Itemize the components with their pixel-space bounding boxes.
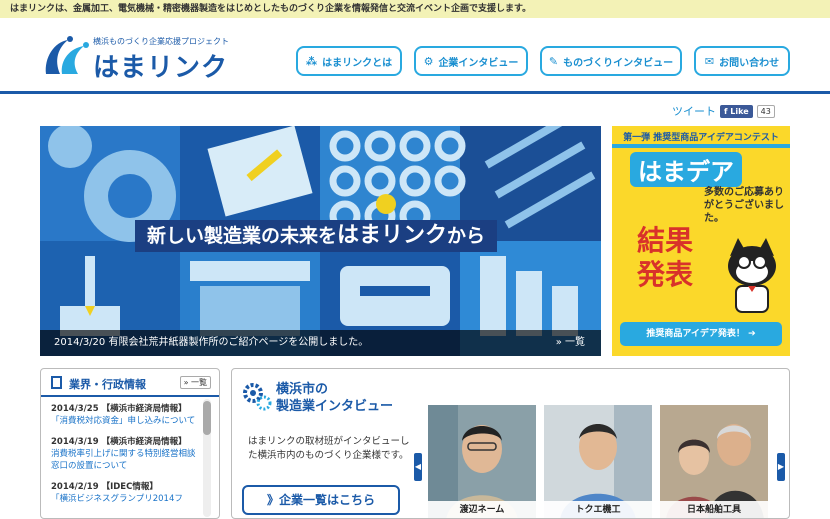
nav-about-button[interactable]: ⁂ はまリンクとは	[296, 46, 402, 76]
hero-caption-part-c: から	[447, 225, 486, 247]
facebook-like-button[interactable]: f Like	[720, 104, 753, 118]
interview-title-line2: 製造業インタビュー	[276, 399, 394, 414]
document-icon	[51, 376, 62, 389]
interview-card-name: 渡辺ネーム	[428, 501, 536, 518]
news-item-link[interactable]: 消費税率引上げに関する特別経営相談窓口の設置について	[51, 448, 201, 472]
gear-icon: ⚙	[423, 54, 434, 68]
hamadea-banner[interactable]: 第一弾 推奨型商品アイデアコンテスト はまデア 多数のご応募ありがとうございまし…	[612, 126, 790, 356]
news-item-link[interactable]: 「消費税対応資金」申し込みについて	[51, 415, 201, 427]
nav-contact-label: お問い合わせ	[719, 57, 780, 69]
interview-card-watanabe[interactable]: 渡辺ネーム	[428, 405, 536, 518]
industry-news-list: 2014/3/25 【横浜市経済局情報】 「消費税対応資金」申し込みについて 2…	[51, 403, 201, 514]
interview-card-name: 日本船舶工具	[660, 501, 768, 518]
interview-panel: 横浜市の 製造業インタビュー はまリンクの取材班がインタビューした横浜市内のもの…	[231, 368, 790, 519]
top-announcement-bar: はまリンクは、金属加工、電気機械・精密機器製造をはじめとしたものづくり企業を情報…	[0, 0, 830, 18]
hero-caption-part-a: 新しい製造業の未来を	[147, 225, 338, 247]
interview-card-name: トクエ機工	[544, 501, 652, 518]
top-announcement-text: はまリンクは、金属加工、電気機械・精密機器製造をはじめとしたものづくり企業を情報…	[10, 4, 532, 14]
hero-news-more-link[interactable]: » 一覧	[556, 330, 585, 356]
news-scrollbar-thumb[interactable]	[203, 401, 211, 435]
interview-description: はまリンクの取材班がインタビューした横浜市内のものづくり企業様です。	[248, 436, 410, 461]
news-item-meta: 2014/3/25 【横浜市経済局情報】	[51, 404, 187, 414]
pen-icon: ✎	[548, 54, 559, 68]
industry-news-header: 業界・行政情報 » 一覧	[41, 369, 219, 397]
chevron-right-icon: ➔	[748, 329, 756, 339]
hero-news-text[interactable]: 2014/3/20 有限会社荒井紙器製作所のご紹介ページを公開しました。	[54, 337, 368, 348]
facebook-like-count: 43	[756, 104, 775, 118]
news-item-meta: 2014/3/19 【横浜市経済局情報】	[51, 437, 187, 447]
hero-news-bar[interactable]: 2014/3/20 有限会社荒井紙器製作所のご紹介ページを公開しました。 » 一…	[40, 330, 601, 356]
gears-icon	[243, 383, 272, 411]
nav-contact-button[interactable]: ✉ お問い合わせ	[694, 46, 790, 76]
news-item-meta: 2014/2/19 【IDEC情報】	[51, 482, 158, 492]
interview-card-tokue[interactable]: トクエ機工	[544, 405, 652, 518]
list-item: 2014/3/25 【横浜市経済局情報】 「消費税対応資金」申し込みについて	[51, 403, 201, 427]
hamalink-icon: ⁂	[305, 54, 318, 68]
nav-about-label: はまリンクとは	[322, 57, 393, 69]
carousel-next-button[interactable]: ▶	[777, 453, 785, 481]
list-item: 2014/2/19 【IDEC情報】 「横浜ビジネスグランプリ2014フ	[51, 481, 201, 505]
banner-contest-label: 第一弾 推奨型商品アイデアコンテスト	[623, 133, 779, 143]
carousel-prev-button[interactable]: ◀	[414, 453, 422, 481]
logo-subtitle: 横浜ものづくり企業応援プロジェクト	[93, 37, 229, 46]
news-item-link[interactable]: 「横浜ビジネスグランプリ2014フ	[51, 493, 201, 505]
hamalink-logo-icon	[45, 36, 89, 74]
banner-result-text: 結果発表	[636, 224, 693, 291]
interview-card-nihon-senpaku[interactable]: 日本船舶工具	[660, 405, 768, 518]
interview-title: 横浜市の 製造業インタビュー	[276, 381, 393, 415]
industry-news-more-link[interactable]: » 一覧	[179, 376, 211, 389]
hero-slider[interactable]: 新しい製造業の未来をはまリンクから 2014/3/20 有限会社荒井紙器製作所の…	[40, 126, 601, 356]
nav-company-interview-label: 企業インタビュー	[438, 57, 519, 69]
banner-result-button[interactable]: 推奨商品アイデア発表！ ➔	[620, 322, 782, 346]
facebook-like-label: Like	[730, 106, 749, 116]
social-share: ツイート f Like 43	[672, 103, 775, 119]
tweet-button[interactable]: ツイート	[672, 103, 716, 119]
logo-title: はまリンク	[93, 53, 229, 83]
nav-monozukuri-interview-label: ものづくりインタビュー	[563, 57, 674, 69]
banner-title: はまデア	[630, 152, 742, 187]
hero-caption: 新しい製造業の未来をはまリンクから	[135, 220, 498, 252]
industry-news-panel: 業界・行政情報 » 一覧 2014/3/25 【横浜市経済局情報】 「消費税対応…	[40, 368, 220, 519]
cat-mascot-icon	[728, 238, 776, 313]
chevron-right-icon: ▶	[777, 462, 785, 471]
banner-stripe	[612, 144, 790, 148]
interview-title-line1: 横浜市の	[276, 382, 329, 397]
site-logo[interactable]: 横浜ものづくり企業応援プロジェクト はまリンク	[40, 34, 230, 83]
banner-button-label: 推奨商品アイデア発表！	[646, 329, 745, 339]
industry-news-title: 業界・行政情報	[69, 378, 146, 391]
hero-caption-brand: はまリンク	[337, 223, 448, 248]
nav-company-interview-button[interactable]: ⚙ 企業インタビュー	[414, 46, 528, 76]
news-scrollbar[interactable]	[203, 399, 211, 517]
company-list-button[interactable]: 》企業一覧はこちら	[242, 485, 400, 515]
banner-thanks-text: 多数のご応募ありがとうございました。	[704, 187, 784, 224]
chevron-left-icon: ◀	[414, 462, 422, 471]
site-header: 横浜ものづくり企業応援プロジェクト はまリンク ⁂ はまリンクとは ⚙ 企業イン…	[0, 18, 830, 94]
nav-monozukuri-interview-button[interactable]: ✎ ものづくりインタビュー	[540, 46, 682, 76]
mail-icon: ✉	[704, 54, 715, 68]
list-item: 2014/3/19 【横浜市経済局情報】 消費税率引上げに関する特別経営相談窓口…	[51, 436, 201, 472]
